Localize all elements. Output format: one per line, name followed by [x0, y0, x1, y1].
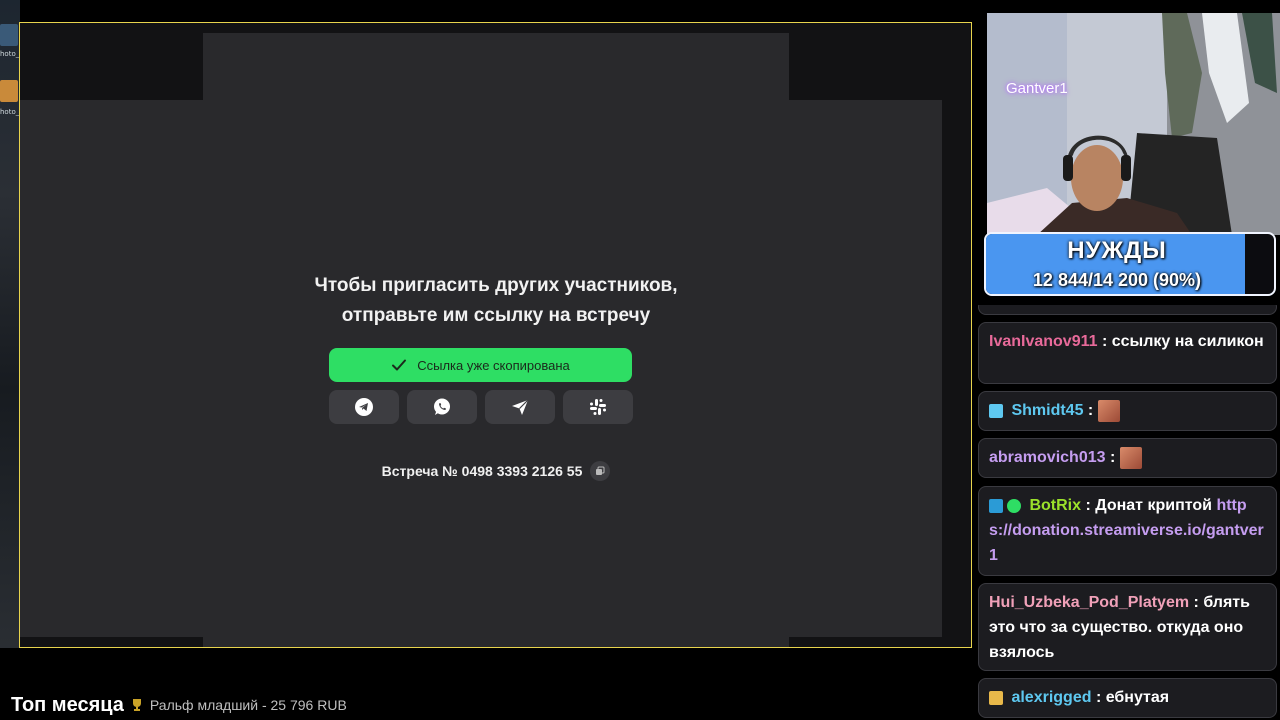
face-emote-icon	[1119, 446, 1142, 469]
webcam-feed: Gantver1	[987, 13, 1280, 235]
chat-message: Shmidt45 :	[978, 391, 1277, 431]
invite-line-1: Чтобы пригласить других участников,	[314, 275, 678, 296]
chat-username[interactable]: Hui_Uzbeka_Pod_Platyem	[989, 594, 1189, 611]
mod-badge-icon	[989, 403, 1003, 418]
slack-icon	[590, 399, 606, 415]
chat-username[interactable]: IvanIvanov911	[989, 333, 1098, 350]
share-telegram-button[interactable]	[329, 390, 399, 424]
meeting-invite-panel: Чтобы пригласить других участников, отпр…	[203, 33, 789, 647]
donation-goal-widget: НУЖДЫ 12 844/14 200 (90%)	[984, 232, 1276, 296]
chat-separator: :	[1095, 689, 1102, 706]
copy-link-label: Ссылка уже скопирована	[417, 357, 570, 373]
goal-title: НУЖДЫ	[1067, 237, 1167, 264]
desktop-file-label: hoto_2	[0, 108, 20, 116]
chat-separator: :	[1085, 497, 1091, 514]
trophy-icon	[132, 699, 141, 711]
chat-username[interactable]: alexrigged	[1011, 689, 1091, 706]
chat-username[interactable]: BotRix	[1029, 497, 1081, 514]
whatsapp-icon	[434, 398, 450, 415]
copy-link-button[interactable]: Ссылка уже скопирована	[329, 348, 632, 382]
chat-message	[978, 305, 1277, 315]
meeting-id-text: Встреча № 0498 3393 2126 55	[381, 463, 583, 479]
invite-message: Чтобы пригласить других участников, отпр…	[203, 271, 789, 331]
goal-progress-text: 12 844/14 200 (90%)	[1032, 270, 1202, 290]
chat-message: alexrigged : ебнутая	[978, 678, 1277, 718]
photo-file-icon[interactable]	[0, 80, 18, 102]
ticker-text: Ральф младший - 25 796 RUB	[149, 697, 347, 713]
face-emote-icon	[1097, 399, 1120, 422]
chat-username[interactable]: Shmidt45	[1011, 402, 1083, 419]
chat-message: BotRix : Донат криптой https://donation.…	[978, 486, 1277, 576]
chat-message: abramovich013 :	[978, 438, 1277, 478]
chat-text: Донат криптой	[1095, 497, 1212, 514]
chat-text: ссылку на силикон	[1111, 333, 1264, 350]
verified-badge-icon	[1007, 498, 1021, 513]
ticker-title: Топ месяца	[11, 693, 124, 716]
chat-text: ебнутая	[1105, 689, 1170, 706]
chat-username[interactable]: abramovich013	[989, 449, 1106, 466]
screen-capture: Чтобы пригласить других участников, отпр…	[19, 22, 972, 648]
webcam-name-overlay: Gantver1	[1006, 80, 1068, 97]
chat-separator: :	[1193, 594, 1199, 611]
bot-badge-icon	[989, 498, 1003, 513]
top-donor-ticker: Топ месяца Ральф младший - 25 796 RUB	[0, 690, 347, 720]
chat-separator: :	[1101, 333, 1108, 350]
chat-message: IvanIvanov911 : ссылку на силикон	[978, 322, 1277, 384]
checkmark-icon	[392, 359, 407, 371]
send-icon	[512, 399, 529, 415]
desktop-background: hoto_2 hoto_2	[0, 0, 20, 648]
chat-separator: :	[1109, 449, 1116, 466]
meeting-id-row: Встреча № 0498 3393 2126 55	[203, 461, 789, 481]
webcam-scene	[987, 13, 1280, 235]
chat-panel: IvanIvanov911 : ссылку на силикон Shmidt…	[978, 305, 1278, 720]
desktop-file-label: hoto_2	[0, 50, 20, 58]
telegram-icon	[355, 398, 373, 416]
chat-separator: :	[1087, 402, 1094, 419]
chat-message: Hui_Uzbeka_Pod_Platyem : блять это что з…	[978, 583, 1277, 671]
share-buttons-row	[329, 390, 633, 424]
photo-file-icon[interactable]	[0, 24, 18, 46]
copy-icon[interactable]	[590, 461, 611, 481]
invite-line-2: отправьте им ссылку на встречу	[341, 305, 651, 326]
crown-badge-icon	[989, 690, 1003, 705]
share-whatsapp-button[interactable]	[407, 390, 477, 424]
share-slack-button[interactable]	[563, 390, 633, 424]
share-send-button[interactable]	[485, 390, 555, 424]
